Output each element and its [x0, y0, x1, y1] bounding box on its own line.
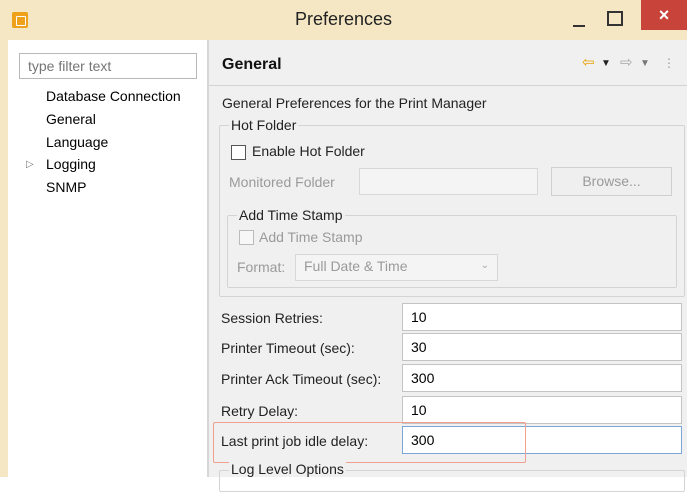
session-retries-input[interactable]	[402, 303, 682, 331]
tree-item-language[interactable]: Language	[46, 134, 108, 150]
printer-timeout-label: Printer Timeout (sec):	[221, 340, 355, 356]
tree-item-snmp[interactable]: SNMP	[46, 179, 86, 195]
add-time-stamp-label: Add Time Stamp	[259, 229, 363, 245]
format-label: Format:	[237, 259, 286, 275]
browse-button[interactable]: Browse...	[551, 167, 672, 196]
monitored-folder-label: Monitored Folder	[229, 174, 335, 190]
forward-arrow-icon[interactable]: ⇨	[620, 55, 636, 70]
filter-input[interactable]	[19, 53, 197, 79]
printer-ack-timeout-input[interactable]	[402, 364, 682, 392]
page-title: General	[222, 56, 282, 73]
view-menu-icon[interactable]: ⋮	[663, 56, 675, 70]
forward-dropdown-icon[interactable]: ▼	[640, 58, 650, 69]
highlight-annotation	[213, 422, 526, 463]
title-bar: Preferences ×	[0, 0, 687, 40]
back-dropdown-icon[interactable]: ▼	[601, 58, 611, 69]
chevron-down-icon: ⌄	[480, 260, 489, 271]
add-time-stamp-group-title: Add Time Stamp	[237, 207, 345, 223]
retry-delay-input[interactable]	[402, 396, 682, 424]
enable-hot-folder-label: Enable Hot Folder	[252, 143, 365, 159]
format-select[interactable]: Full Date & Time ⌄	[295, 254, 498, 281]
minimize-icon[interactable]	[569, 12, 589, 30]
retry-delay-label: Retry Delay:	[221, 403, 299, 419]
log-level-options-title: Log Level Options	[229, 461, 346, 477]
close-button[interactable]: ×	[641, 0, 687, 30]
tree-item-database-connection[interactable]: Database Connection	[46, 88, 181, 104]
window-frame-left	[0, 40, 8, 477]
printer-ack-timeout-label: Printer Ack Timeout (sec):	[221, 371, 382, 387]
session-retries-label: Session Retries:	[221, 310, 323, 326]
hot-folder-group-title: Hot Folder	[229, 117, 299, 133]
preferences-tree-pane	[8, 40, 207, 477]
page-description: General Preferences for the Print Manage…	[222, 95, 487, 111]
tree-item-logging[interactable]: Logging	[46, 156, 96, 172]
expand-arrow-icon[interactable]: ▷	[26, 160, 36, 170]
printer-timeout-input[interactable]	[402, 333, 682, 361]
monitored-folder-input[interactable]	[359, 168, 538, 195]
format-select-value: Full Date & Time	[304, 258, 408, 274]
add-time-stamp-checkbox[interactable]	[239, 230, 254, 245]
back-arrow-icon[interactable]: ⇦	[582, 55, 598, 70]
enable-hot-folder-checkbox[interactable]	[231, 145, 246, 160]
tree-item-general[interactable]: General	[46, 111, 96, 127]
maximize-icon[interactable]	[604, 8, 624, 28]
